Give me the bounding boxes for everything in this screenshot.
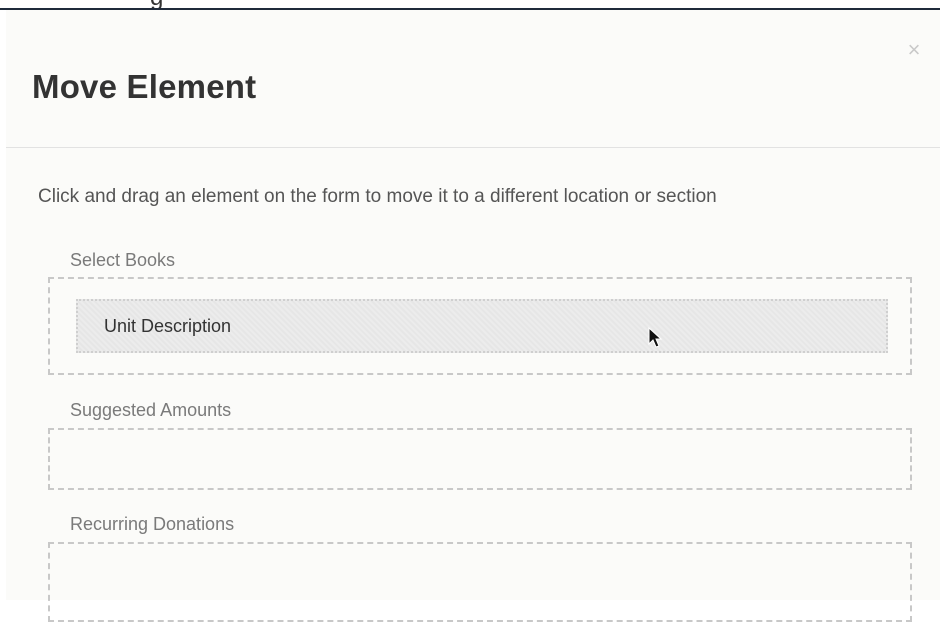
section-label-recurring-donations: Recurring Donations	[70, 514, 235, 534]
modal-title: Move Element	[32, 68, 257, 105]
header-divider	[6, 147, 940, 148]
section-label-suggested-amounts: Suggested Amounts	[70, 400, 232, 420]
element-item-unit-description[interactable]: Unit Description	[76, 299, 888, 353]
instruction-text: Click and drag an element on the form to…	[38, 186, 717, 207]
mouse-pointer-icon	[648, 327, 662, 348]
dropzone-recurring-donations[interactable]	[48, 542, 912, 622]
close-icon[interactable]: ×	[904, 39, 924, 61]
element-item-label: Unit Description	[104, 316, 232, 336]
move-element-modal: × Move Element Click and drag an element…	[6, 10, 940, 622]
dropzone-suggested-amounts[interactable]	[48, 428, 912, 490]
section-label-select-books: Select Books	[70, 250, 176, 270]
dropzone-select-books[interactable]: Unit Description	[48, 277, 912, 375]
background-page-edge: g	[0, 0, 940, 10]
